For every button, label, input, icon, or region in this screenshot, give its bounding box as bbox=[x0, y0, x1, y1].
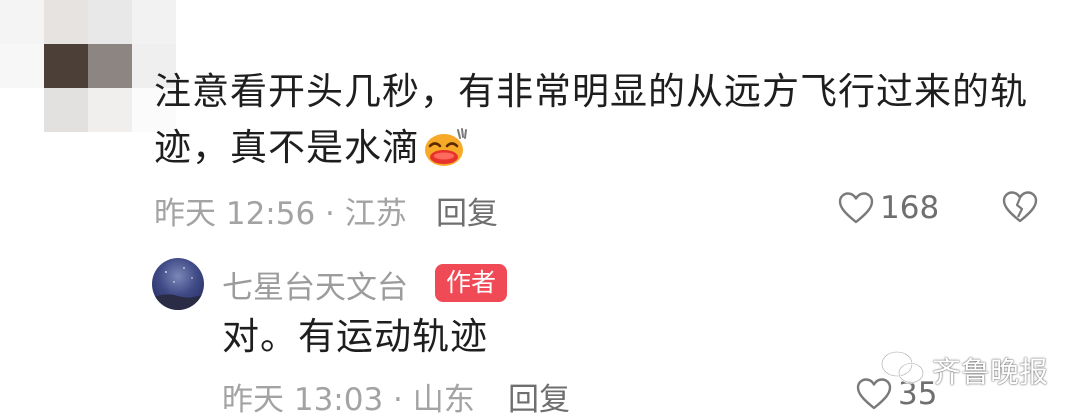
reply-reply-button[interactable]: 回复 bbox=[508, 374, 570, 417]
commenter-avatar-mosaic[interactable] bbox=[0, 0, 178, 132]
comment-like-count: 168 bbox=[880, 190, 940, 226]
author-badge: 作者 bbox=[435, 264, 507, 302]
reply-author-avatar[interactable] bbox=[152, 258, 204, 310]
comment-dislike-button[interactable] bbox=[1002, 190, 1038, 228]
comment-text-line-1: 注意看开头几秒，有非常明显的从远方飞行过来的轨 bbox=[154, 70, 1028, 113]
laughing-face-emoji-icon bbox=[424, 126, 468, 168]
comment-meta-row: 昨天 12:56 · 江苏 回复 168 bbox=[154, 184, 1054, 232]
heart-outline-icon bbox=[838, 191, 874, 225]
watermark-text: 齐鲁晚报 bbox=[932, 355, 1049, 389]
reply-author-name[interactable]: 七星台天文台 bbox=[222, 262, 408, 307]
comment-timestamp-location: 昨天 12:56 · 江苏 bbox=[154, 196, 407, 232]
comment-body: 注意看开头几秒，有非常明显的从远方飞行过来的轨 迹，真不是水滴 bbox=[154, 64, 1054, 176]
comment-reply-button[interactable]: 回复 bbox=[436, 188, 498, 233]
broken-heart-icon bbox=[1002, 191, 1038, 228]
wechat-icon bbox=[880, 349, 926, 391]
comment-like-button[interactable]: 168 bbox=[838, 190, 939, 226]
reply-body: 对。有运动轨迹 bbox=[222, 315, 488, 358]
watermark: 齐鲁晚报 bbox=[880, 350, 1048, 390]
comment-text-line-2-text: 迹，真不是水滴 bbox=[154, 126, 420, 169]
reply-timestamp-location: 昨天 13:03 · 山东 bbox=[222, 382, 475, 417]
comment-text-line-2: 迹，真不是水滴 bbox=[154, 120, 1054, 176]
